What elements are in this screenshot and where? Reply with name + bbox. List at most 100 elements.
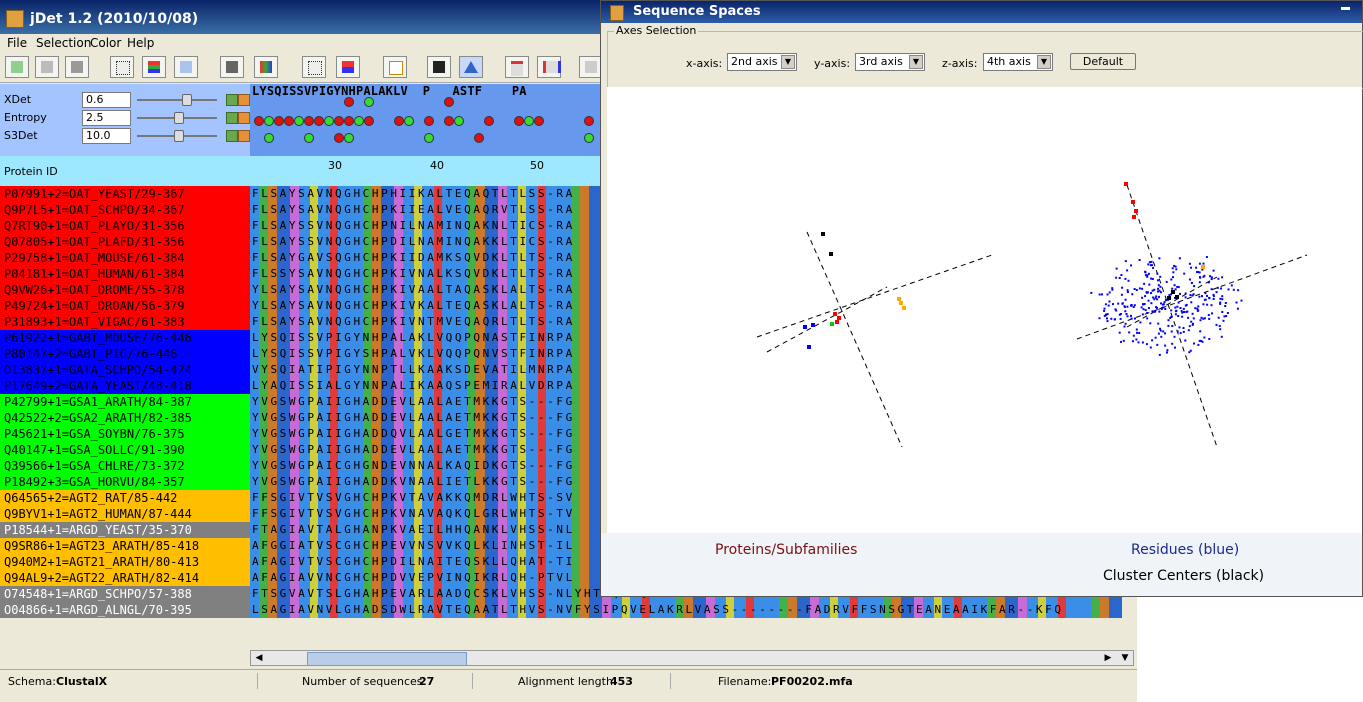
protein-id[interactable]: P31893+1=OAT_VIGAC/61-383	[0, 314, 250, 330]
aligned-sequence[interactable]: AFAGIVTVSCGHCHPDILNAITEQSKLLQHAT-TI	[250, 554, 602, 570]
protein-id[interactable]: P61922+1=GABT_MOUSE/76-446	[0, 330, 250, 346]
aligned-sequence[interactable]: YLSAYSAVNQGHCHPKIVKALTEQASKLALTS-RA	[250, 298, 602, 314]
table-button[interactable]	[174, 56, 198, 78]
aligned-sequence[interactable]: LYSQISSVPIGYSHPALVKLVQQPQNVSTFINRPA	[250, 346, 602, 362]
scatter-button[interactable]	[110, 56, 134, 78]
xdet-slider-knob[interactable]	[182, 94, 192, 106]
tools-button[interactable]	[220, 56, 244, 78]
sequence-spaces-title-bar[interactable]: Sequence Spaces	[601, 1, 1362, 23]
aligned-sequence[interactable]: YVGSWGPAIIGHADDEVLAALAETMKKGTS---FG	[250, 442, 602, 458]
palette-button[interactable]	[383, 56, 407, 78]
new-file-button[interactable]	[5, 56, 29, 78]
menu-selection[interactable]: Selection	[36, 36, 91, 50]
protein-id[interactable]: O04866+1=ARGD_ALNGL/70-395	[0, 602, 250, 618]
protein-id[interactable]: P18544+1=ARGD_YEAST/35-370	[0, 522, 250, 538]
xdet-value-field[interactable]: 0.6	[82, 92, 131, 108]
protein-id[interactable]: Q64565+2=AGT2_RAT/85-442	[0, 490, 250, 506]
protein-id[interactable]: Q39566+1=GSA_CHLRE/73-372	[0, 458, 250, 474]
protein-id[interactable]: Q94AL9+2=AGT22_ARATH/82-414	[0, 570, 250, 586]
window-button[interactable]	[505, 56, 529, 78]
aligned-sequence[interactable]: FLSSYSAVNQGHCHPKIVNALKSQVDKLTLTS-RA	[250, 266, 602, 282]
protein-id[interactable]: O13837+1=GATA_SCHPO/54-424	[0, 362, 250, 378]
entropy-value-field[interactable]: 2.5	[82, 110, 131, 126]
color-bars-button[interactable]	[142, 56, 166, 78]
protein-id[interactable]: P18492+3=GSA_HORVU/84-357	[0, 474, 250, 490]
protein-id[interactable]: Q07805+1=OAT_PLAFD/31-356	[0, 234, 250, 250]
horizontal-scrollbar[interactable]: ◀ ▶ ▼	[250, 650, 1134, 666]
aligned-sequence[interactable]: FLSAYSSVNQGHCHPNILNAMINQAKNLTICS-RA	[250, 218, 602, 234]
xdet-minus-icon[interactable]	[238, 94, 250, 106]
plot-button[interactable]	[302, 56, 326, 78]
x-axis-select[interactable]: 2nd axis ▼	[727, 53, 797, 71]
export-button[interactable]	[336, 56, 360, 78]
chevron-down-icon[interactable]: ▼	[1037, 55, 1051, 69]
minimize-icon[interactable]	[1341, 7, 1350, 10]
protein-id[interactable]: P07991+2=OAT_YEAST/29-367	[0, 186, 250, 202]
aligned-sequence[interactable]: YVGSWGPAICGHGNDEVNNALKAQIDKGTS---FG	[250, 458, 602, 474]
aligned-sequence[interactable]: AFAGIAVVNCGHCHPDVVEPVINQIKRLQH-PTVL	[250, 570, 602, 586]
y-axis-select[interactable]: 3rd axis ▼	[855, 53, 925, 71]
xdet-plus-icon[interactable]	[226, 94, 238, 106]
menu-color[interactable]: Color	[90, 36, 121, 50]
aligned-sequence[interactable]: AFGGIATVSCGHCHPEVVNSVVKQLKLINHST-IL	[250, 538, 602, 554]
aligned-sequence[interactable]: LYSQISSVPIGYNHPALAKLVQQPQNASTFINRPA	[250, 330, 602, 346]
scroll-right-icon[interactable]: ▶	[1101, 652, 1115, 664]
protein-id[interactable]: Q9SR86+1=AGT23_ARATH/85-418	[0, 538, 250, 554]
colored-grid-button[interactable]	[254, 56, 278, 78]
pyramid-button[interactable]	[459, 56, 483, 78]
protein-id[interactable]: Q7RT90+1=OAT_PLAYO/31-356	[0, 218, 250, 234]
sequence-row[interactable]: O04866+1=ARGD_ALNGL/70-395 LSAGIAVNVLGHAD…	[0, 602, 1122, 618]
protein-id[interactable]: P29758+1=OAT_MOUSE/61-384	[0, 250, 250, 266]
s3det-slider-knob[interactable]	[174, 130, 184, 142]
aligned-sequence[interactable]: VYSQIATIPIGYNNPTLLKAAKSDEVATILMNRPA	[250, 362, 602, 378]
protein-id[interactable]: Q40147+1=GSA_SOLLC/91-390	[0, 442, 250, 458]
projection-plot-canvas[interactable]	[607, 87, 1362, 533]
protein-id[interactable]: O74548+1=ARGD_SCHPO/57-388	[0, 586, 250, 602]
protein-id[interactable]: P17649+2=GATA_YEAST/48-418	[0, 378, 250, 394]
protein-id[interactable]: Q940M2+1=AGT21_ARATH/80-413	[0, 554, 250, 570]
aligned-sequence[interactable]: FFSGIVTVSVGHCHPKVNAVAQKQLGRLWHTS-TV	[250, 506, 602, 522]
protein-id[interactable]: P42799+1=GSA1_ARATH/84-387	[0, 394, 250, 410]
aligned-sequence[interactable]: LSAGIAVNVLGHADSDWLRAVTEQAATLTHVS-NVFYSIP…	[250, 602, 1122, 618]
columns-button[interactable]	[537, 56, 561, 78]
aligned-sequence[interactable]: FLSAYSAVNQGHCHPKIVNTMVEQAQRLTLTS-RA	[250, 314, 602, 330]
s3det-value-field[interactable]: 10.0	[82, 128, 131, 144]
protein-id[interactable]: P49724+1=OAT_DROAN/56-379	[0, 298, 250, 314]
save-list-button[interactable]	[65, 56, 89, 78]
protein-id[interactable]: Q9P7L5+1=OAT_SCHPO/34-367	[0, 202, 250, 218]
menu-file[interactable]: File	[7, 36, 27, 50]
z-axis-select[interactable]: 4th axis ▼	[983, 53, 1053, 71]
scroll-down-icon[interactable]: ▼	[1118, 652, 1132, 664]
chevron-down-icon[interactable]: ▼	[909, 55, 923, 69]
aligned-sequence[interactable]: FFSGIVTVSVGHCHPKVTAVAKKQMDRLWHTS-SV	[250, 490, 602, 506]
default-button[interactable]: Default	[1070, 53, 1136, 70]
aligned-sequence[interactable]: FLSAYSAVNQGHCHPHIIKALTEQAQTLTLSS-RA	[250, 186, 602, 202]
protein-id[interactable]: Q9BYV1+1=AGT2_HUMAN/87-444	[0, 506, 250, 522]
aligned-sequence[interactable]: FLSAYGAVSQGHCHPKIIDAMKSQVDKLTLTS-RA	[250, 250, 602, 266]
aligned-sequence[interactable]: YLSAYSAVNQGHCHPKIVAALTAQASKLALTS-RA	[250, 282, 602, 298]
entropy-plus-icon[interactable]	[226, 112, 238, 124]
protein-id[interactable]: Q42522+2=GSA2_ARATH/82-385	[0, 410, 250, 426]
protein-id[interactable]: P04181+1=OAT_HUMAN/61-384	[0, 266, 250, 282]
protein-id[interactable]: Q9VW26+1=OAT_DROME/55-378	[0, 282, 250, 298]
xdet-slider-track[interactable]	[137, 99, 217, 101]
protein-id[interactable]: P45621+1=GSA_SOYBN/76-375	[0, 426, 250, 442]
sequence-space-plots[interactable]	[607, 87, 1362, 533]
aligned-sequence[interactable]: YVGSWGPAIIGHADDEVLAALAETMKKGTS---FG	[250, 410, 602, 426]
entropy-minus-icon[interactable]	[238, 112, 250, 124]
s3det-minus-icon[interactable]	[238, 130, 250, 142]
scroll-left-icon[interactable]: ◀	[252, 652, 266, 664]
aligned-sequence[interactable]: FTAGIAVTALGHANPKVAEILHHQANKLVHSS-NL	[250, 522, 602, 538]
image-button[interactable]	[427, 56, 451, 78]
aligned-sequence[interactable]: FLSAYSSVNQGHCHPDILNAMINQAKKLTICS-RA	[250, 234, 602, 250]
aligned-sequence[interactable]: YVGSWGPAIIGHADDQVLAALGETMKKGTS---FG	[250, 426, 602, 442]
aligned-sequence[interactable]: YVGSWGPAIIGHADDKVNAALIETLKKGTS---FG	[250, 474, 602, 490]
aligned-sequence[interactable]: YVGSWGPAIIGHADDEVLAALAETMKKGTS---FG	[250, 394, 602, 410]
s3det-plus-icon[interactable]	[226, 130, 238, 142]
aligned-sequence[interactable]: LYAQISSIALGYNNPALIKAAQSPEMIRALVDRPA	[250, 378, 602, 394]
entropy-slider-knob[interactable]	[174, 112, 184, 124]
scrollbar-thumb[interactable]	[307, 652, 467, 666]
menu-help[interactable]: Help	[127, 36, 154, 50]
chevron-down-icon[interactable]: ▼	[781, 55, 795, 69]
open-list-button[interactable]	[35, 56, 59, 78]
